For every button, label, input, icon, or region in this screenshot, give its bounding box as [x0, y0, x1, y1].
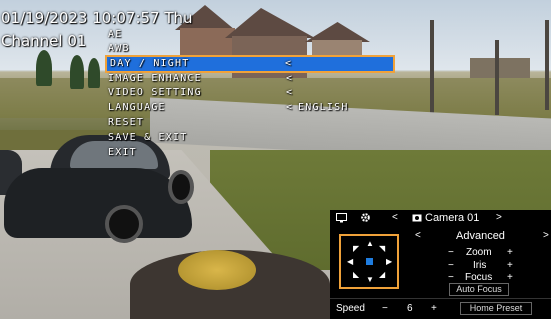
zoom-label: Zoom [466, 247, 492, 258]
divider [330, 298, 551, 299]
house [470, 58, 530, 78]
channel-overlay: Channel 01 [1, 32, 87, 50]
zoom-out-button[interactable]: − [448, 247, 454, 259]
next-camera-button[interactable]: > [496, 212, 502, 224]
pan-down-icon[interactable]: ▼ [366, 276, 374, 284]
camera-icon [412, 213, 422, 226]
gear-icon[interactable] [360, 212, 371, 227]
chevron-left-icon: < [286, 102, 294, 113]
evergreen-tree [88, 58, 100, 88]
menu-item-reset[interactable]: RESET [108, 116, 396, 129]
ptz-center-button[interactable] [366, 258, 373, 265]
pan-up-right-icon[interactable]: ◥ [379, 245, 385, 253]
camera-name: Camera 01 [425, 212, 480, 224]
menu-item-label: AE [108, 29, 123, 40]
shrub [178, 250, 256, 290]
datetime-overlay: 01/19/2023 10:07:57 Thu [1, 9, 193, 27]
pan-up-icon[interactable]: ▲ [366, 240, 374, 248]
zoom-in-button[interactable]: + [507, 247, 513, 259]
bare-tree [545, 20, 549, 110]
speed-value: 6 [407, 303, 413, 314]
menu-item-label: DAY / NIGHT [110, 58, 190, 69]
speed-decrease-button[interactable]: − [382, 303, 388, 315]
menu-item-label: SAVE & EXIT [108, 132, 188, 143]
menu-item-image-enhance[interactable]: IMAGE ENHANCE < [108, 72, 396, 85]
chevron-left-icon: < [286, 87, 294, 98]
menu-item-awb[interactable]: AWB [108, 42, 396, 55]
menu-item-save-exit[interactable]: SAVE & EXIT [108, 131, 396, 144]
parked-car [4, 168, 192, 238]
monitor-icon[interactable] [336, 213, 347, 227]
evergreen-tree [70, 55, 84, 89]
chevron-left-icon: < [286, 73, 294, 84]
menu-item-video-setting[interactable]: VIDEO SETTING < [108, 86, 396, 99]
menu-item-label: EXIT [108, 147, 137, 158]
mode-prev-button[interactable]: < [415, 230, 421, 242]
home-preset-button[interactable]: Home Preset [460, 302, 532, 315]
menu-item-label: RESET [108, 117, 145, 128]
menu-item-day-night[interactable]: DAY / NIGHT < [105, 55, 395, 73]
speed-label: Speed [336, 303, 365, 314]
menu-item-label: LANGUAGE [108, 102, 166, 113]
menu-item-language[interactable]: LANGUAGE < ENGLISH [108, 101, 396, 114]
chevron-left-icon: < [285, 58, 293, 69]
speed-increase-button[interactable]: + [431, 303, 437, 315]
prev-camera-button[interactable]: < [392, 212, 398, 224]
pan-left-icon[interactable]: ◀ [347, 258, 353, 266]
car-wheel [105, 205, 143, 243]
evergreen-tree [36, 50, 52, 86]
menu-item-label: AWB [108, 43, 130, 54]
pan-up-left-icon[interactable]: ◤ [353, 245, 359, 253]
car-wheel [168, 170, 194, 204]
ptz-control-panel: < Camera 01 > ▲ ◤ ◥ ◀ ▶ ◣ ◢ ▼ < Advanced… [330, 210, 551, 319]
mode-next-button[interactable]: > [543, 230, 549, 242]
iris-close-button[interactable]: − [448, 260, 454, 272]
pan-right-icon[interactable]: ▶ [386, 258, 392, 266]
menu-item-ae[interactable]: AE [108, 28, 396, 41]
bare-tree [495, 40, 499, 115]
menu-item-exit[interactable]: EXIT [108, 146, 396, 159]
pan-down-right-icon[interactable]: ◢ [379, 271, 385, 279]
ptz-direction-pad: ▲ ◤ ◥ ◀ ▶ ◣ ◢ ▼ [339, 234, 399, 289]
menu-item-label: IMAGE ENHANCE [108, 73, 202, 84]
auto-focus-button[interactable]: Auto Focus [449, 283, 509, 296]
iris-open-button[interactable]: + [507, 260, 513, 272]
iris-label: Iris [473, 260, 487, 271]
menu-item-value: ENGLISH [298, 102, 349, 113]
pan-down-left-icon[interactable]: ◣ [353, 271, 359, 279]
menu-item-label: VIDEO SETTING [108, 87, 202, 98]
mode-title: Advanced [456, 230, 505, 242]
